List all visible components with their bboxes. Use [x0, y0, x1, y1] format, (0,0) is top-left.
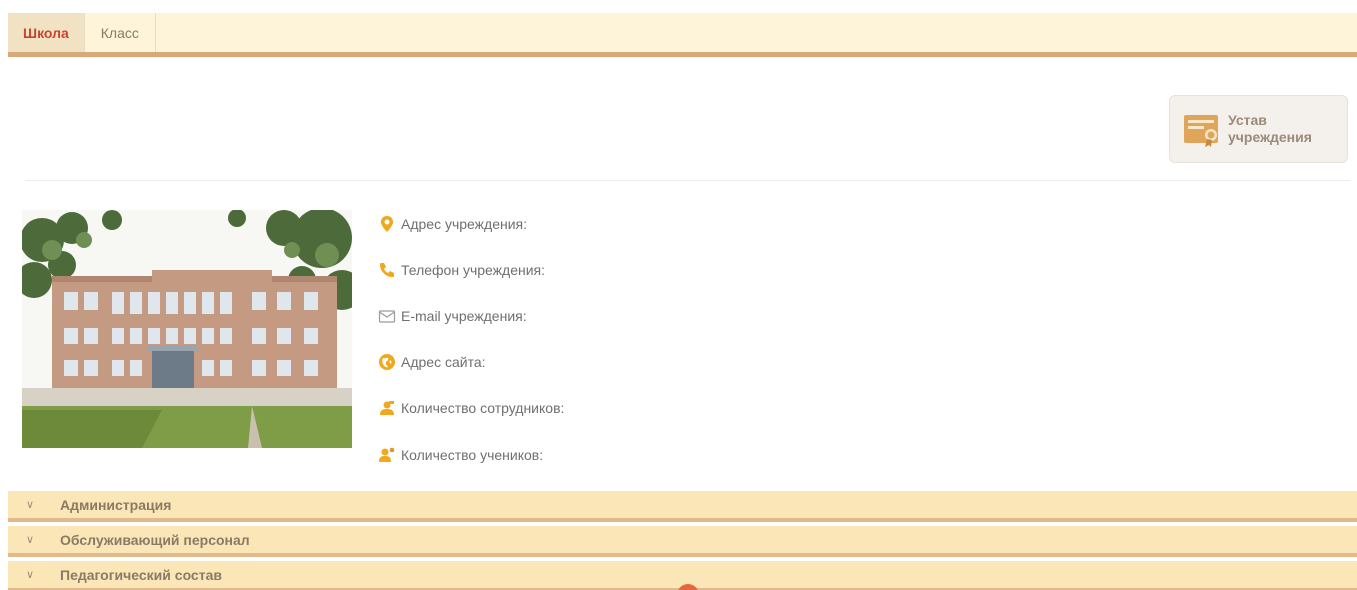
info-email-label: E-mail учреждения:: [401, 308, 527, 324]
globe-icon: [379, 354, 395, 370]
chevron-down-icon: ∨: [26, 499, 35, 511]
tab-bar: Школа Класс: [8, 13, 1357, 57]
info-phone-row: Телефон учреждения:: [378, 258, 545, 282]
certificate-icon: [1184, 115, 1218, 147]
info-website-label: Адрес сайта:: [401, 354, 486, 370]
info-students-row: Количество учеников:: [378, 443, 543, 467]
phone-icon: [380, 263, 394, 277]
tab-class[interactable]: Класс: [85, 13, 156, 52]
section-divider: [25, 180, 1350, 181]
statute-button-label: Устав учреждения: [1228, 112, 1312, 145]
info-phone-label: Телефон учреждения:: [401, 262, 546, 278]
accordion-administration[interactable]: ∨ Администрация: [8, 491, 1357, 522]
chevron-down-icon: ∨: [26, 534, 35, 546]
chevron-down-icon: ∨: [26, 569, 35, 581]
info-email-row: E-mail учреждения:: [378, 304, 527, 328]
info-staff-label: Количество сотрудников:: [401, 400, 565, 416]
school-page: Школа Класс Устав учреждения Адрес учреж…: [0, 0, 1357, 590]
accordion-service-staff-title: Обслуживающий персонал: [60, 531, 250, 548]
students-icon: [379, 447, 395, 462]
tab-school[interactable]: Школа: [8, 13, 85, 52]
staff-icon: [380, 401, 394, 415]
info-staff-row: Количество сотрудников:: [378, 396, 564, 420]
school-building-photo: [22, 210, 352, 448]
accordion-teaching-staff-title: Педагогический состав: [60, 566, 222, 583]
tab-school-label: Школа: [23, 24, 69, 41]
accordion-service-staff[interactable]: ∨ Обслуживающий персонал: [8, 526, 1357, 557]
info-address-label: Адрес учреждения:: [401, 216, 528, 232]
info-students-label: Количество учеников:: [401, 447, 544, 463]
info-website-row: Адрес сайта:: [378, 350, 486, 374]
tab-class-label: Класс: [100, 24, 139, 41]
accordion-administration-title: Администрация: [60, 496, 172, 513]
location-pin-icon: [381, 216, 393, 232]
statute-button[interactable]: Устав учреждения: [1169, 95, 1348, 163]
envelope-icon: [378, 310, 396, 323]
info-address-row: Адрес учреждения:: [378, 212, 527, 236]
